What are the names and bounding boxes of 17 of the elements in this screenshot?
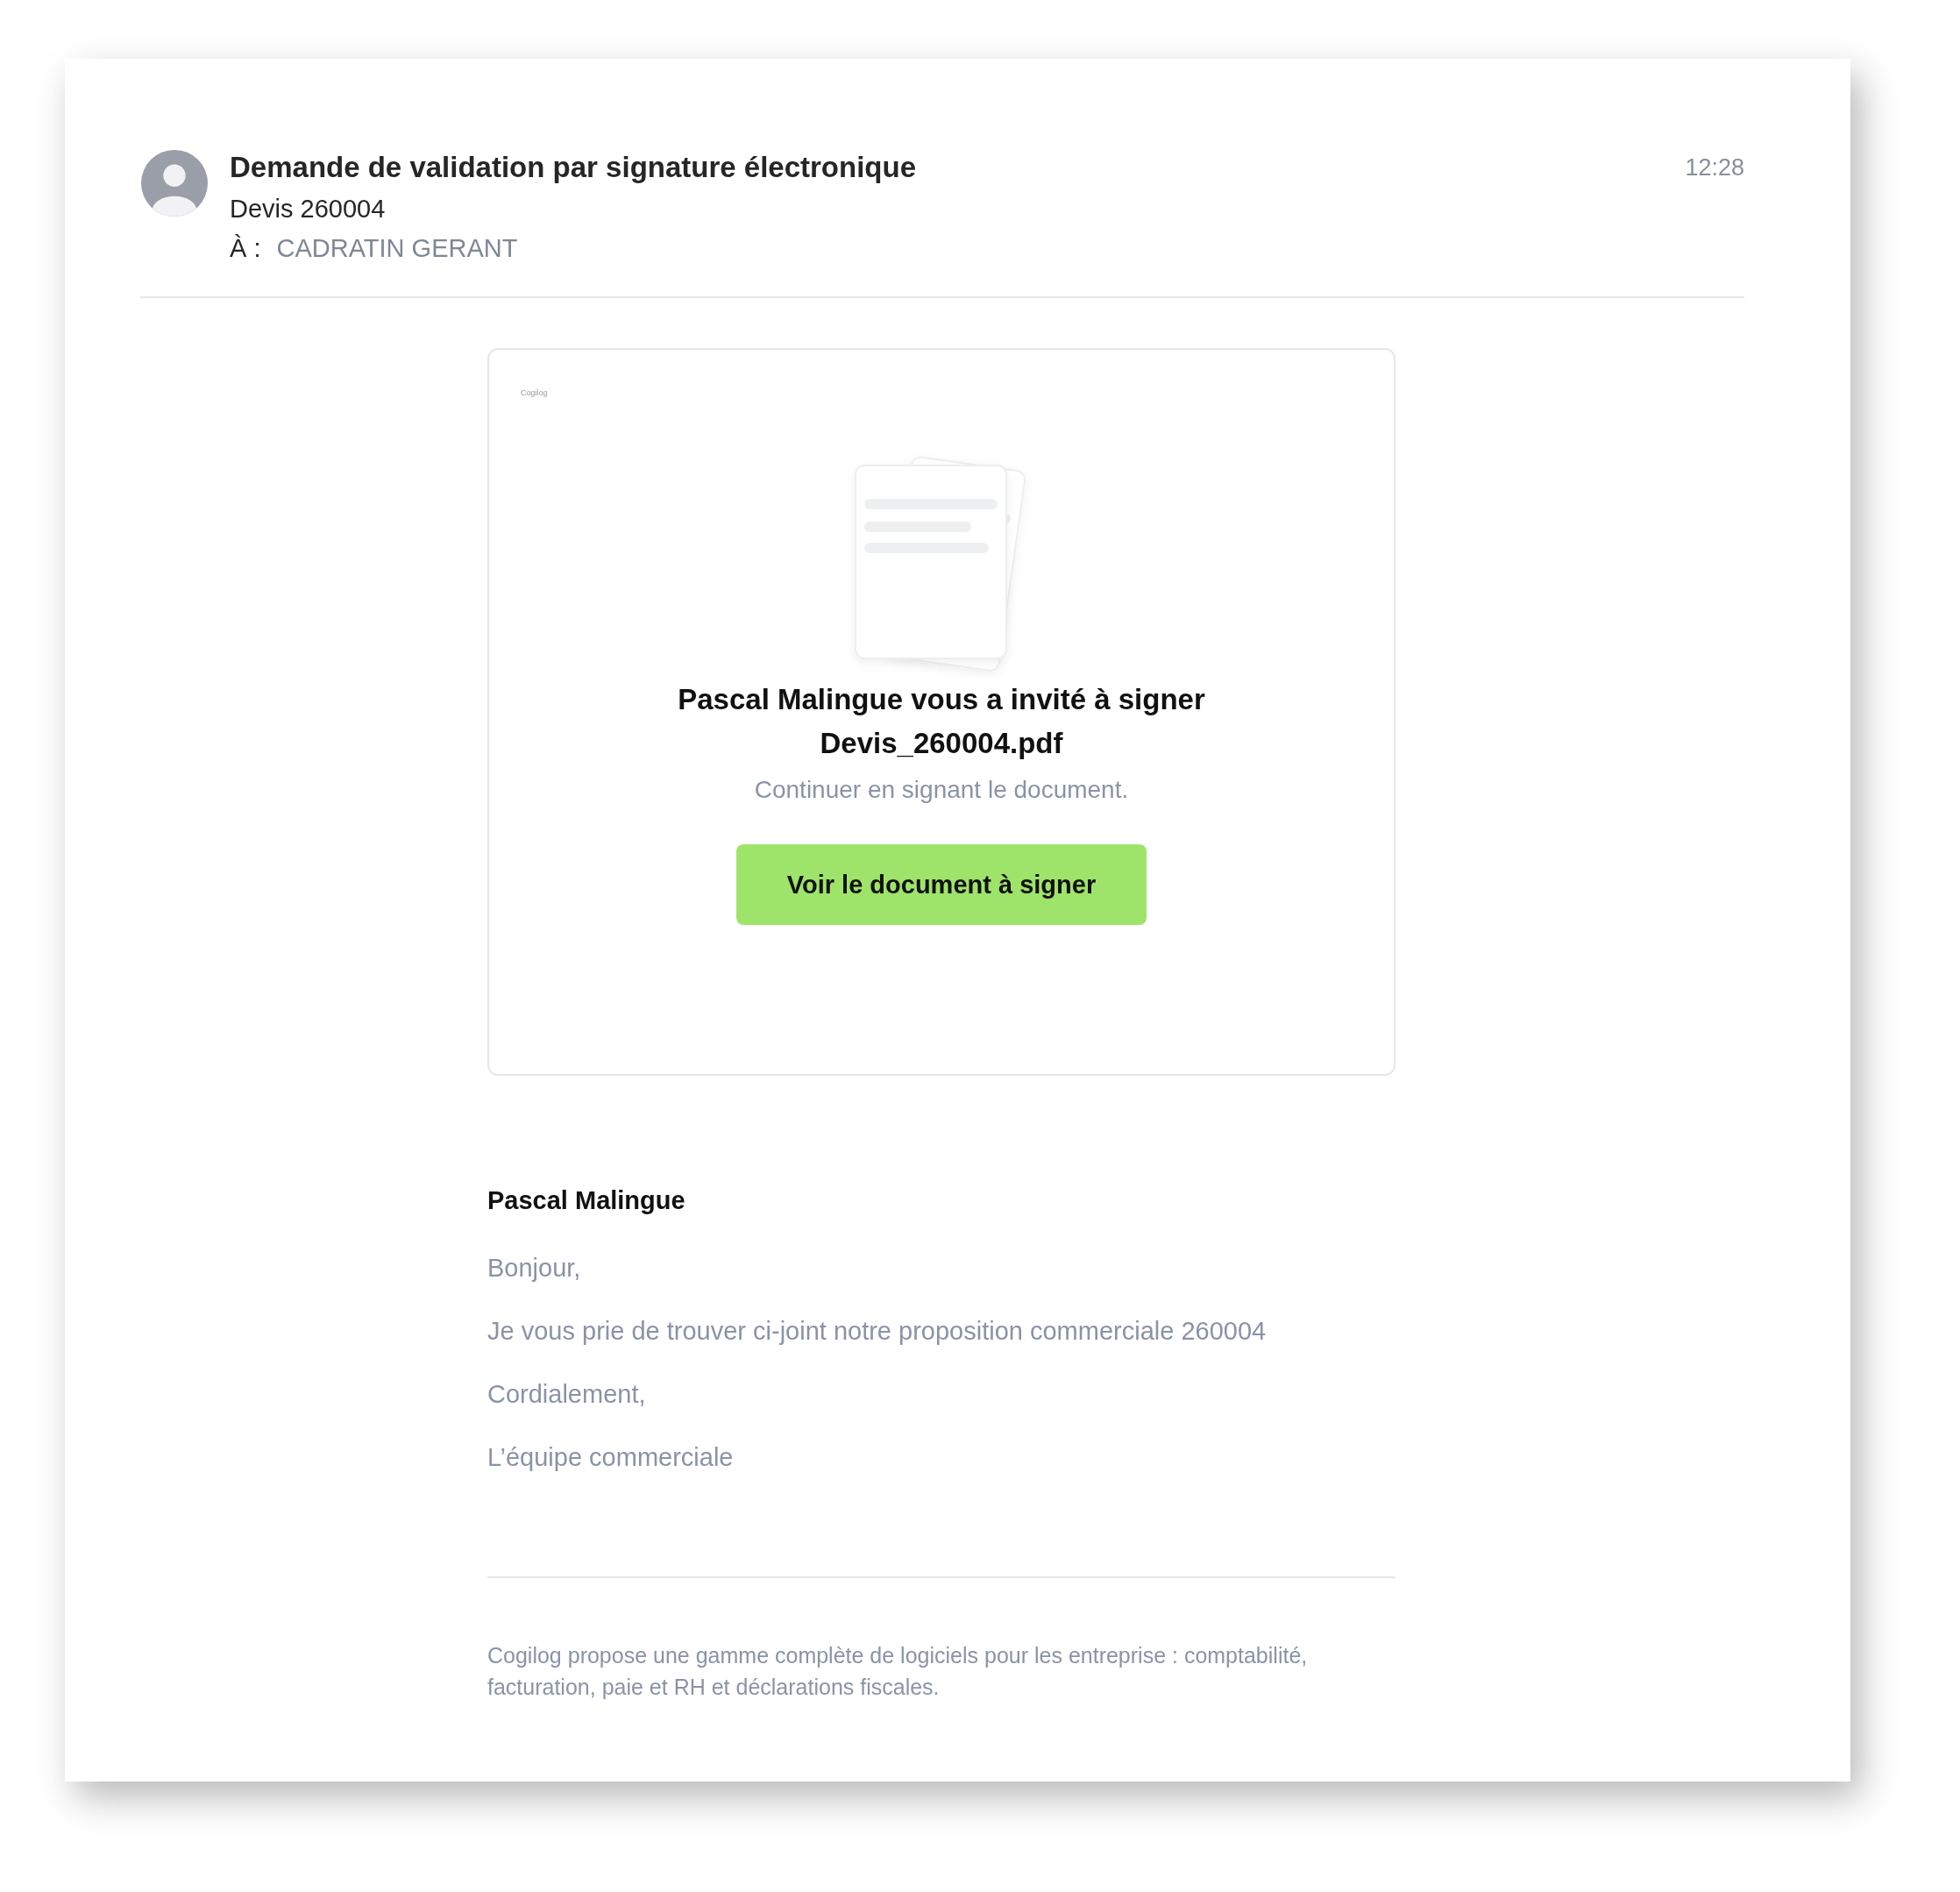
message-paragraph: Cordialement, xyxy=(487,1380,647,1408)
document-filename: Devis_260004.pdf xyxy=(820,726,1063,761)
email-time: 12:28 xyxy=(1685,154,1744,181)
email-summary: Devis 260004 xyxy=(230,194,387,224)
invitation-subtitle: Continuer en signant le document. xyxy=(754,776,1129,804)
recipient-name: CADRATIN GERANT xyxy=(276,233,518,264)
email-subject: Demande de validation par signature électronique xyxy=(230,150,918,185)
avatar-icon xyxy=(140,149,209,217)
message-paragraph: Bonjour, xyxy=(487,1254,582,1282)
recipient-label: À : xyxy=(230,233,261,264)
message-paragraph: L’équipe commerciale xyxy=(487,1443,735,1471)
invitation-heading: Pascal Malingue vous a invité à signer xyxy=(678,682,1205,717)
footer-text: Cogilog propose une gamme complète de logiciels pour les entreprise : comptabilité, facturation, paie et RH et déclarations fiscales. xyxy=(487,1642,1309,1701)
sender-name: Pascal Malingue xyxy=(487,1186,686,1215)
brand-logo: Cogilog xyxy=(521,388,548,397)
message-paragraph: Je vous prie de trouver ci-joint notre proposition commerciale 260004 xyxy=(487,1317,1268,1345)
view-document-button[interactable]: Voir le document à signer xyxy=(736,844,1147,925)
